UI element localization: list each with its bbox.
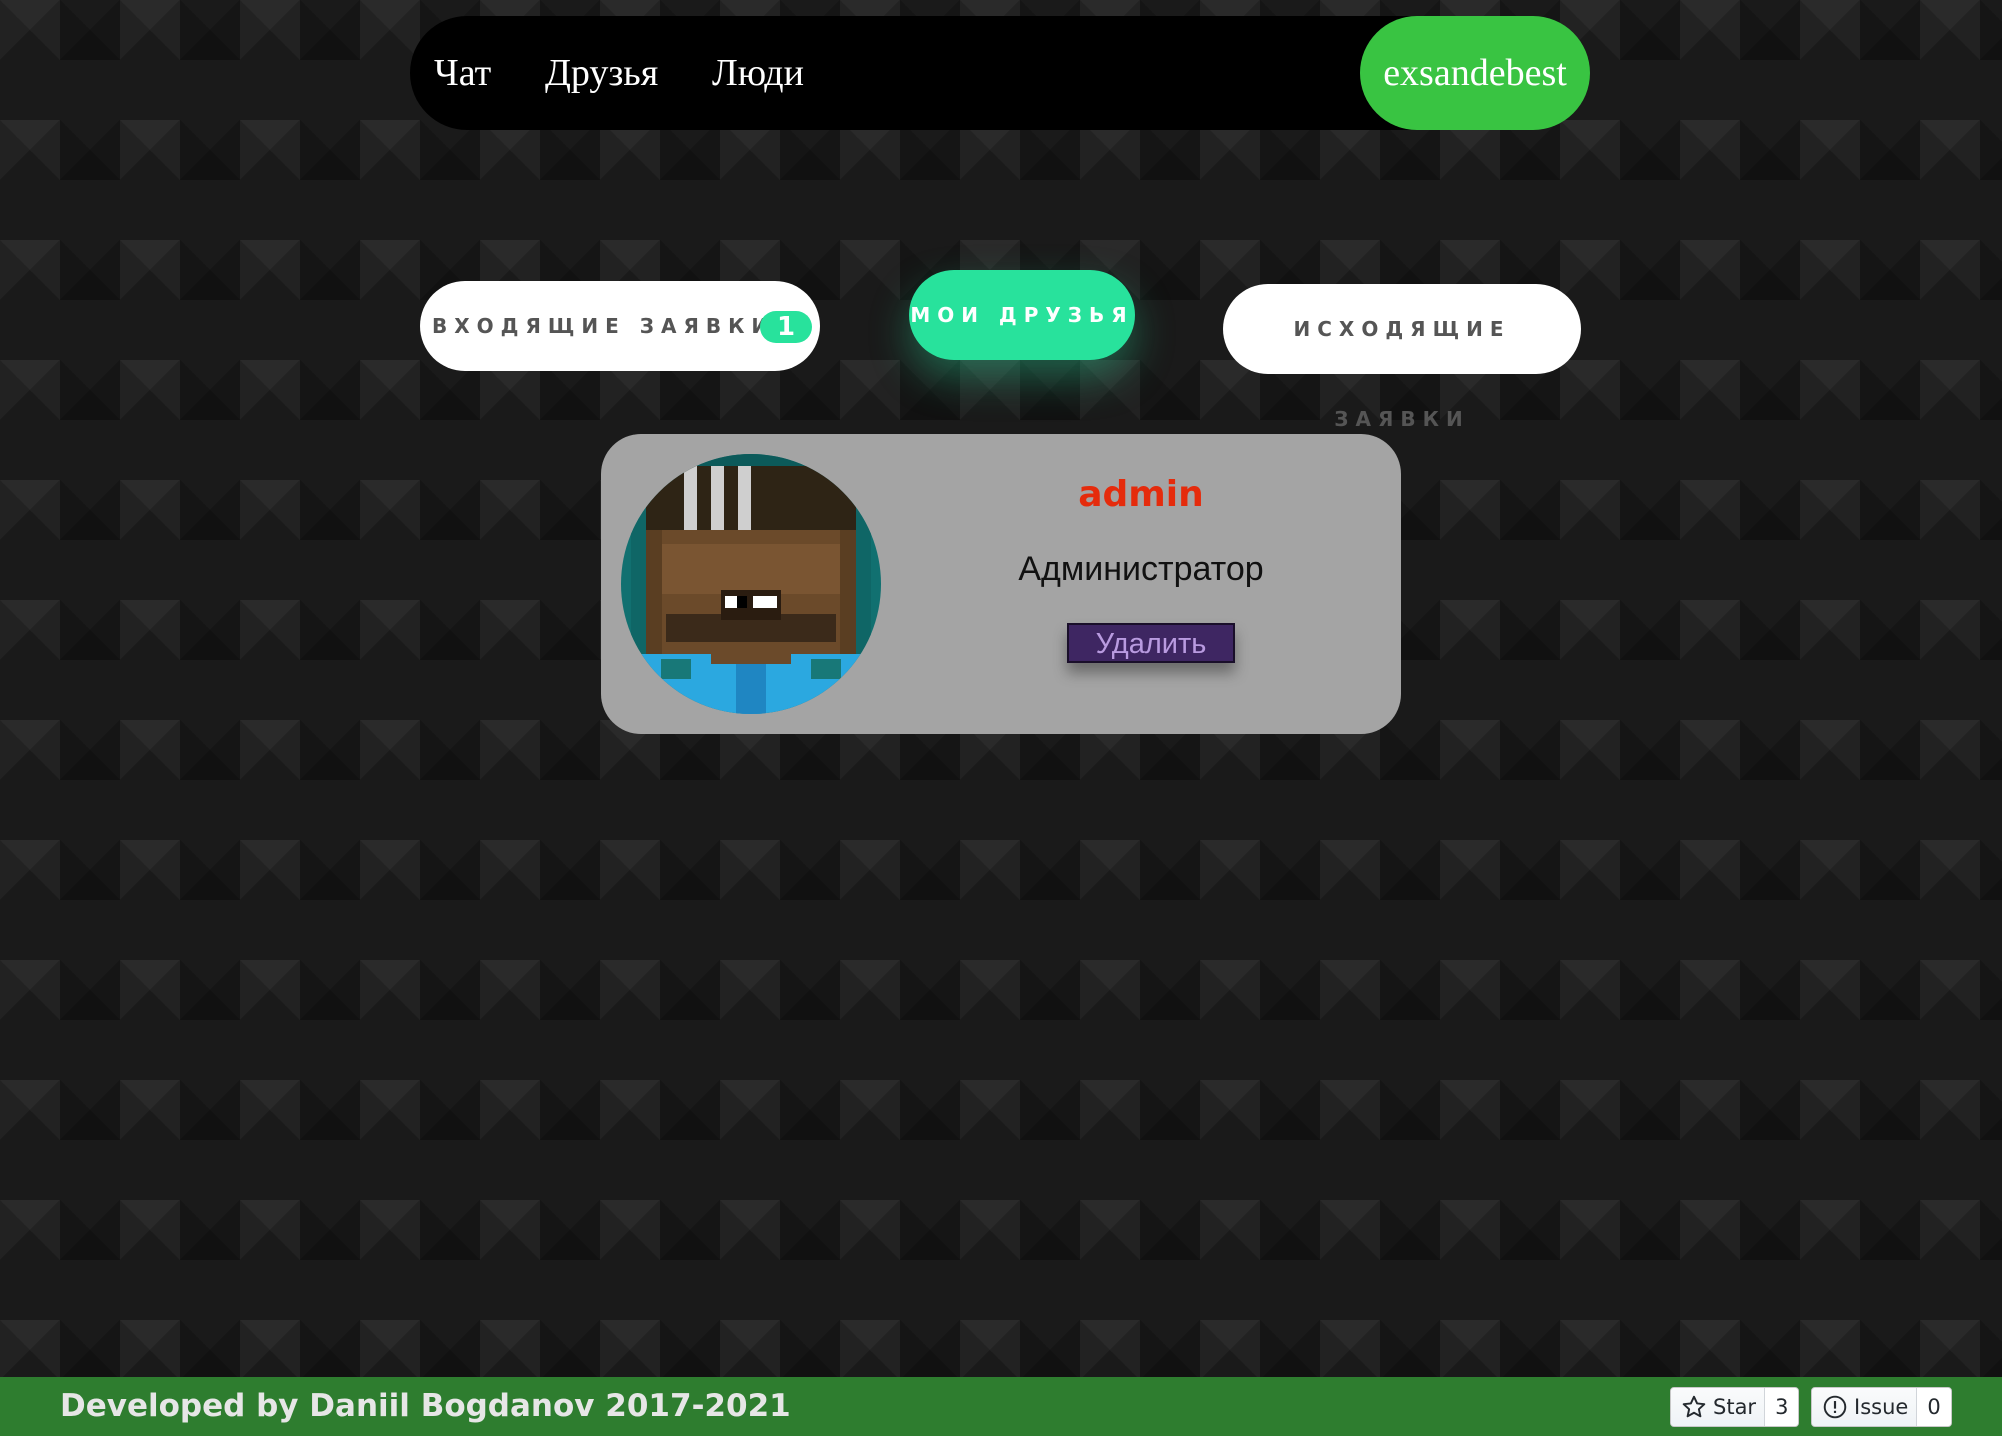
issue-icon xyxy=(1823,1395,1847,1419)
tab-outgoing-requests[interactable]: ИСХОДЯЩИЕ ЗАЯВКИ xyxy=(1223,284,1581,431)
issue-count[interactable]: 0 xyxy=(1917,1388,1951,1426)
footer: Developed by Daniil Bogdanov 2017-2021 S… xyxy=(0,1377,2002,1436)
nav-link-friends[interactable]: Друзья xyxy=(545,16,658,130)
footer-credits: Developed by Daniil Bogdanov 2017-2021 xyxy=(60,1388,791,1424)
star-label: Star xyxy=(1713,1395,1757,1419)
star-count[interactable]: 3 xyxy=(1765,1388,1799,1426)
tab-my-friends[interactable]: МОИ ДРУЗЬЯ xyxy=(909,270,1135,360)
tab-incoming-requests[interactable]: ВХОДЯЩИЕ ЗАЯВКИ 1 xyxy=(420,281,820,371)
github-star-button[interactable]: Star 3 xyxy=(1670,1387,1800,1427)
star-main[interactable]: Star xyxy=(1671,1388,1766,1426)
top-navbar: Чат Друзья Люди exsandebest xyxy=(410,16,1590,130)
avatar xyxy=(621,454,881,714)
friend-role: Администратор xyxy=(1018,550,1264,588)
nav-link-people[interactable]: Люди xyxy=(712,16,804,130)
pixel-character-avatar-icon xyxy=(621,454,881,714)
friend-card: admin Администратор Удалить xyxy=(601,434,1401,734)
delete-friend-button[interactable]: Удалить xyxy=(1067,623,1235,663)
star-icon xyxy=(1682,1395,1706,1418)
user-profile-button[interactable]: exsandebest xyxy=(1360,16,1590,130)
issue-main[interactable]: Issue xyxy=(1812,1388,1918,1426)
github-issue-button[interactable]: Issue 0 xyxy=(1811,1387,1952,1427)
nav-link-chat[interactable]: Чат xyxy=(434,16,491,130)
incoming-count-badge: 1 xyxy=(760,311,812,343)
issue-label: Issue xyxy=(1854,1395,1909,1419)
tab-incoming-label: ВХОДЯЩИЕ ЗАЯВКИ xyxy=(432,314,776,338)
friend-name-link[interactable]: admin xyxy=(881,474,1401,515)
